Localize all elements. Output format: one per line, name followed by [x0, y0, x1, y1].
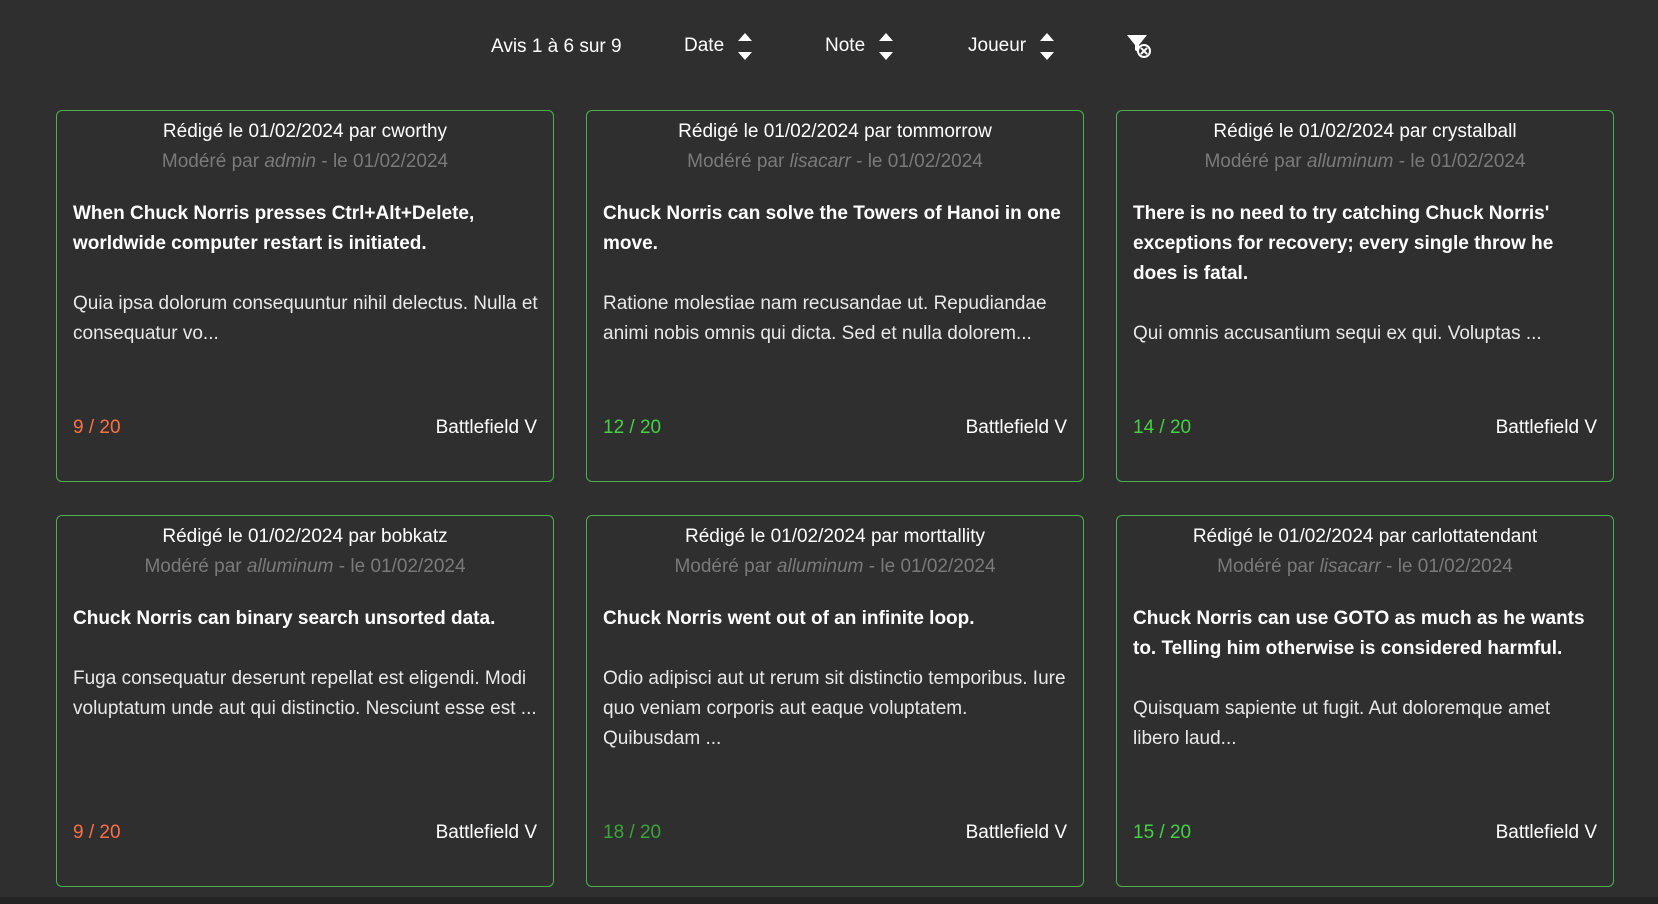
review-excerpt: Qui omnis accusantium sequi ex qui. Volu…	[1133, 323, 1542, 344]
moderated-prefix: Modéré par	[144, 556, 247, 577]
moderated-date: - le 01/02/2024	[863, 556, 996, 577]
review-score: 9 / 20	[73, 822, 121, 843]
moderated-prefix: Modéré par	[1217, 556, 1320, 577]
review-moderation-line: Modéré par alluminum - le 01/02/2024	[57, 556, 553, 578]
review-game: Battlefield V	[435, 417, 537, 438]
sort-up-icon	[738, 32, 753, 41]
review-moderation-line: Modéré par admin - le 01/02/2024	[57, 151, 553, 173]
sort-up-icon	[879, 32, 894, 41]
review-game: Battlefield V	[435, 822, 537, 843]
sort-up-icon	[1040, 32, 1055, 41]
review-score: 9 / 20	[73, 417, 121, 438]
moderator-name: alluminum	[246, 556, 334, 577]
sort-down-icon	[738, 51, 753, 60]
review-score: 18 / 20	[603, 822, 662, 843]
clear-filter-button[interactable]	[1126, 33, 1152, 59]
review-toolbar: Avis 1 à 6 sur 9 Date Note Joueur	[0, 16, 1658, 76]
moderated-prefix: Modéré par	[1204, 151, 1307, 172]
sort-by-player-button[interactable]: Joueur	[968, 16, 1055, 76]
moderator-name: admin	[264, 151, 317, 172]
review-score: 15 / 20	[1133, 822, 1192, 843]
sort-down-icon	[879, 51, 894, 60]
review-card[interactable]: Rédigé le 01/02/2024 par tommorrow Modér…	[586, 110, 1084, 482]
sort-by-date-button[interactable]: Date	[684, 16, 753, 76]
review-headline: Chuck Norris can binary search unsorted …	[73, 608, 496, 629]
review-game: Battlefield V	[965, 822, 1067, 843]
sort-arrows	[738, 32, 753, 60]
review-excerpt: Quia ipsa dolorum consequuntur nihil del…	[73, 293, 538, 344]
review-card[interactable]: Rédigé le 01/02/2024 par cworthy Modéré …	[56, 110, 554, 482]
review-score: 14 / 20	[1133, 417, 1192, 438]
moderated-date: - le 01/02/2024	[1393, 151, 1526, 172]
sort-arrows	[1040, 32, 1055, 60]
moderated-prefix: Modéré par	[674, 556, 777, 577]
moderated-date: - le 01/02/2024	[850, 151, 983, 172]
review-excerpt: Odio adipisci aut ut rerum sit distincti…	[603, 668, 1066, 749]
moderator-name: lisacarr	[1319, 556, 1381, 577]
review-moderation-line: Modéré par lisacarr - le 01/02/2024	[587, 151, 1083, 173]
sort-by-rating-button[interactable]: Note	[825, 16, 894, 76]
review-game: Battlefield V	[1495, 417, 1597, 438]
sort-down-icon	[1040, 51, 1055, 60]
review-moderation-line: Modéré par alluminum - le 01/02/2024	[1117, 151, 1613, 173]
moderator-name: alluminum	[776, 556, 864, 577]
horizontal-scrollbar[interactable]	[0, 897, 1658, 904]
sort-arrows	[879, 32, 894, 60]
review-moderation-line: Modéré par alluminum - le 01/02/2024	[587, 556, 1083, 578]
review-card[interactable]: Rédigé le 01/02/2024 par morttallity Mod…	[586, 515, 1084, 887]
review-excerpt: Fuga consequatur deserunt repellat est e…	[73, 668, 537, 719]
review-author-line: Rédigé le 01/02/2024 par cworthy	[162, 121, 448, 142]
review-game: Battlefield V	[1495, 822, 1597, 843]
moderated-date: - le 01/02/2024	[333, 556, 466, 577]
review-excerpt: Ratione molestiae nam recusandae ut. Rep…	[603, 293, 1047, 344]
review-count: Avis 1 à 6 sur 9	[491, 36, 622, 57]
review-excerpt: Quisquam sapiente ut fugit. Aut doloremq…	[1133, 698, 1551, 749]
moderated-date: - le 01/02/2024	[1380, 556, 1513, 577]
sort-label-player: Joueur	[968, 35, 1027, 56]
moderator-name: lisacarr	[789, 151, 851, 172]
review-card[interactable]: Rédigé le 01/02/2024 par crystalball Mod…	[1116, 110, 1614, 482]
moderated-prefix: Modéré par	[161, 151, 265, 172]
review-card[interactable]: Rédigé le 01/02/2024 par carlottatendant…	[1116, 515, 1614, 887]
review-card[interactable]: Rédigé le 01/02/2024 par bobkatz Modéré …	[56, 515, 554, 887]
review-headline: Chuck Norris can solve the Towers of Han…	[603, 203, 1061, 254]
sort-label-rating: Note	[825, 35, 866, 56]
review-headline: When Chuck Norris presses Ctrl+Alt+Delet…	[73, 203, 475, 254]
review-moderation-line: Modéré par lisacarr - le 01/02/2024	[1117, 556, 1613, 578]
moderated-prefix: Modéré par	[687, 151, 790, 172]
review-score: 12 / 20	[603, 417, 662, 438]
review-author-line: Rédigé le 01/02/2024 par tommorrow	[678, 121, 992, 142]
sort-label-date: Date	[684, 35, 725, 56]
review-author-line: Rédigé le 01/02/2024 par bobkatz	[162, 526, 448, 547]
review-author-line: Rédigé le 01/02/2024 par crystalball	[1213, 121, 1517, 142]
review-author-line: Rédigé le 01/02/2024 par carlottatendant	[1192, 526, 1538, 547]
moderated-date: - le 01/02/2024	[316, 151, 449, 172]
review-author-line: Rédigé le 01/02/2024 par morttallity	[685, 526, 985, 547]
review-headline: There is no need to try catching Chuck N…	[1133, 203, 1554, 284]
moderator-name: alluminum	[1306, 151, 1394, 172]
review-headline: Chuck Norris can use GOTO as much as he …	[1133, 608, 1585, 659]
filter-clear-icon	[1127, 35, 1151, 58]
review-headline: Chuck Norris went out of an infinite loo…	[603, 608, 975, 629]
review-game: Battlefield V	[965, 417, 1067, 438]
